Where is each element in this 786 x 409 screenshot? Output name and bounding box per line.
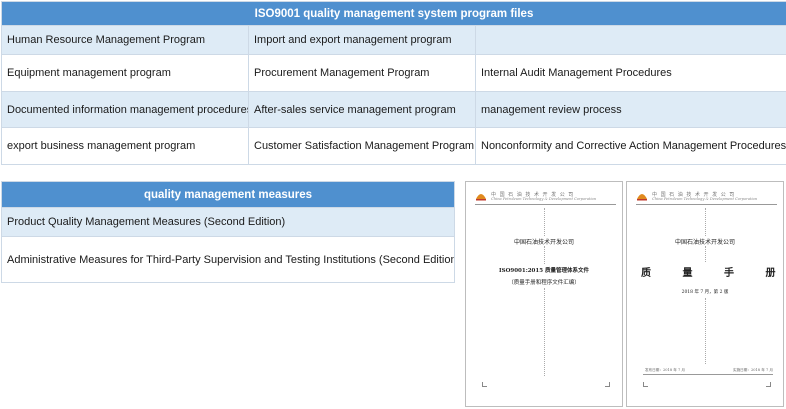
dotted-guide	[544, 246, 546, 264]
header-rule	[475, 204, 616, 205]
company-logo-icon	[476, 194, 486, 201]
measures-title: quality management measures	[1, 181, 455, 208]
release-date: 发布日期：2018 年 7 月	[645, 368, 686, 372]
table-cell[interactable]: Human Resource Management Program	[1, 25, 249, 55]
document-thumbnail-program-compilation[interactable]: 中 国 石 油 技 术 开 发 公 司 China Petroleum Tech…	[465, 181, 623, 407]
crop-mark	[605, 382, 610, 387]
table-cell[interactable]: export business management program	[1, 127, 249, 165]
crop-mark	[482, 382, 487, 387]
table-row: Product Quality Management Measures (Sec…	[1, 207, 455, 237]
table-cell[interactable]: Import and export management program	[248, 25, 476, 55]
table-cell[interactable]: Product Quality Management Measures (Sec…	[1, 207, 455, 237]
effective-date: 实施日期：2018 年 7 月	[732, 368, 773, 372]
footer-rule	[643, 374, 773, 375]
table-cell[interactable]: Documented information management proced…	[1, 91, 249, 128]
dotted-guide	[544, 288, 546, 376]
document-thumbnail-quality-manual[interactable]: 中 国 石 油 技 术 开 发 公 司 China Petroleum Tech…	[626, 181, 784, 407]
document-title: ISO9001:2015 质量管理体系文件	[499, 268, 589, 274]
document-title: 质 量 手 册	[641, 268, 786, 279]
table-row: Documented information management proced…	[1, 91, 786, 128]
table-cell[interactable]: Customer Satisfaction Management Program	[248, 127, 476, 165]
table-row: Administrative Measures for Third-Party …	[1, 236, 455, 283]
table-row: Equipment management program Procurement…	[1, 54, 786, 92]
dotted-guide	[705, 298, 707, 364]
table-cell[interactable]: Internal Audit Management Procedures	[474, 54, 786, 92]
measures-table: quality management measures Product Qual…	[1, 181, 455, 283]
program-files-table: ISO9001 quality management system progra…	[0, 1, 786, 165]
organization-name-en: China Petroleum Technology & Development…	[491, 197, 597, 201]
company-name: 中国石油技术开发公司	[674, 239, 735, 246]
table-cell[interactable]: Equipment management program	[1, 54, 249, 92]
organization-name-en: China Petroleum Technology & Development…	[652, 197, 758, 201]
crop-mark	[643, 382, 648, 387]
dotted-guide	[544, 208, 546, 236]
table-cell[interactable]: management review process	[474, 91, 786, 128]
table-cell[interactable]: Administrative Measures for Third-Party …	[1, 236, 455, 283]
edition-line: 2018 年 7 月，第 2 版	[681, 290, 729, 295]
dotted-guide	[705, 208, 707, 236]
company-logo-icon	[637, 194, 647, 201]
dotted-guide	[705, 246, 707, 262]
table-cell[interactable]: After-sales service management program	[248, 91, 476, 128]
table-cell[interactable]: Procurement Management Program	[248, 54, 476, 92]
table-cell[interactable]	[474, 25, 786, 55]
crop-mark	[766, 382, 771, 387]
table-row: Human Resource Management Program Import…	[1, 25, 786, 55]
program-files-title: ISO9001 quality management system progra…	[0, 1, 786, 26]
company-name: 中国石油技术开发公司	[513, 239, 574, 246]
header-rule	[636, 204, 777, 205]
table-row: export business management program Custo…	[1, 127, 786, 165]
document-subtitle: （质量手册和程序文件汇编）	[508, 280, 580, 286]
table-cell[interactable]: Nonconformity and Corrective Action Mana…	[474, 127, 786, 165]
